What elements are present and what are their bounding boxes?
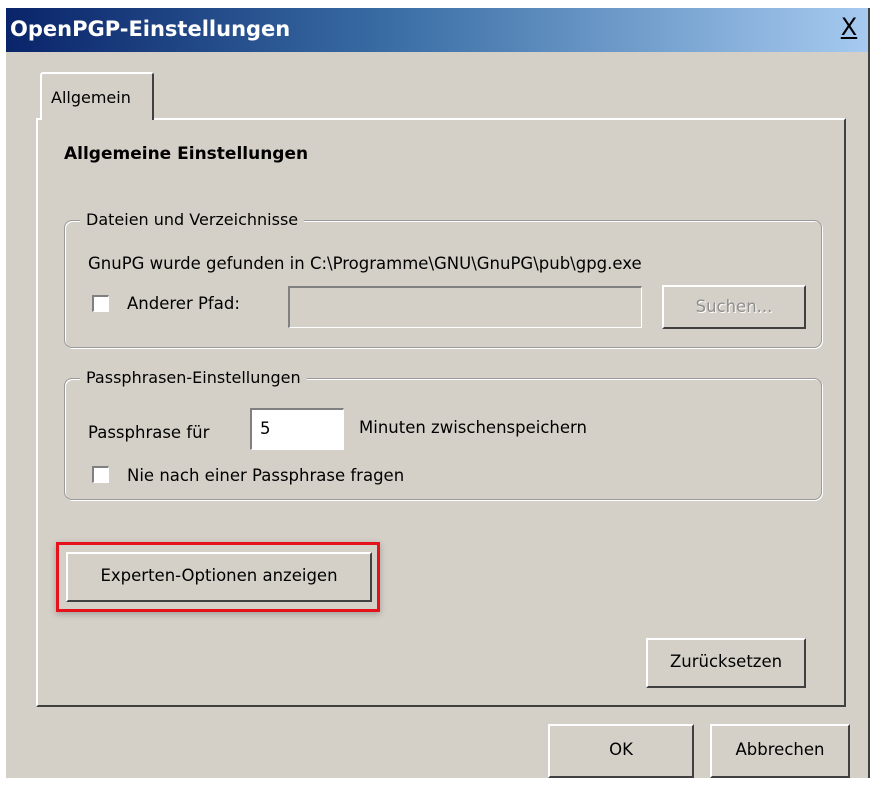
passphrase-prefix: Passphrase für bbox=[88, 423, 210, 442]
ok-button[interactable]: OK bbox=[548, 724, 694, 778]
never-ask-label: Nie nach einer Passphrase fragen bbox=[127, 466, 405, 485]
gnupg-found-text: GnuPG wurde gefunden in C:\Programme\GNU… bbox=[88, 254, 642, 273]
reset-button[interactable]: Zurücksetzen bbox=[646, 638, 806, 688]
close-button[interactable]: X bbox=[838, 15, 860, 40]
passphrase-suffix: Minuten zwischenspeichern bbox=[359, 418, 587, 437]
passphrase-group-legend: Passphrasen-Einstellungen bbox=[80, 368, 307, 387]
search-button-label: Suchen... bbox=[695, 297, 773, 316]
search-button[interactable]: Suchen... bbox=[662, 285, 806, 329]
never-ask-checkbox[interactable] bbox=[92, 466, 109, 483]
files-group-legend: Dateien und Verzeichnisse bbox=[80, 210, 305, 229]
title-bar: OpenPGP-Einstellungen X bbox=[6, 8, 868, 52]
passphrase-minutes-input[interactable]: 5 bbox=[250, 408, 344, 450]
tab-label: Allgemein bbox=[51, 88, 131, 107]
highlight-frame bbox=[56, 542, 380, 612]
tab-allgemein[interactable]: Allgemein bbox=[40, 72, 154, 120]
other-path-input[interactable] bbox=[288, 286, 642, 328]
ok-button-label: OK bbox=[609, 740, 633, 759]
reset-button-label: Zurücksetzen bbox=[669, 652, 783, 671]
section-heading: Allgemeine Einstellungen bbox=[64, 144, 309, 164]
cancel-button[interactable]: Abbrechen bbox=[710, 724, 850, 778]
cancel-button-label: Abbrechen bbox=[735, 740, 825, 759]
other-path-label: Anderer Pfad: bbox=[127, 294, 240, 313]
window-title: OpenPGP-Einstellungen bbox=[10, 17, 291, 41]
other-path-checkbox[interactable] bbox=[92, 295, 109, 312]
